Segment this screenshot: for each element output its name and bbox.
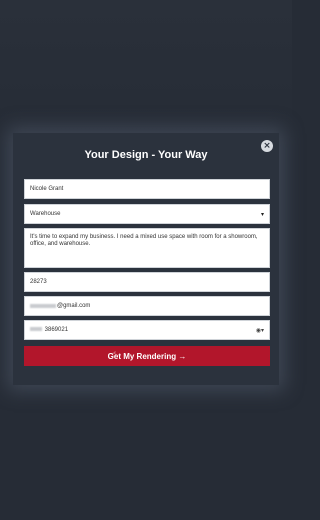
zip-code-field[interactable]: 28273 [24,272,270,292]
phone-field[interactable]: 3869021 ◉▾ [24,320,270,340]
country-code-icon[interactable]: ◉▾ [256,327,264,334]
phone-redacted [30,327,42,331]
rendering-request-modal: × Your Design - Your Way Nicole Grant Wa… [13,133,279,385]
name-value: Nicole Grant [30,186,64,192]
phone-value: 3869021 [44,327,69,333]
chevron-down-icon: ▾ [260,210,264,218]
email-field[interactable]: @gmail.com [24,296,270,316]
building-type-value: Warehouse [30,211,61,217]
page-backdrop [0,0,292,133]
get-my-rendering-button[interactable]: Get My Rendering → [24,346,270,366]
building-type-select[interactable]: Warehouse ▾ [24,204,270,224]
hand-pointer-icon: ☝ [112,350,117,358]
name-field[interactable]: Nicole Grant [24,179,270,199]
project-description-value: It's time to expand my business. I need … [30,234,258,247]
email-value: @gmail.com [57,303,91,309]
submit-label: Get My Rendering → [107,351,187,361]
zip-code-value: 28273 [30,279,47,285]
modal-title: Your Design - Your Way [84,149,208,161]
project-description-textarea[interactable]: It's time to expand my business. I need … [24,228,270,268]
email-redacted [30,304,56,308]
